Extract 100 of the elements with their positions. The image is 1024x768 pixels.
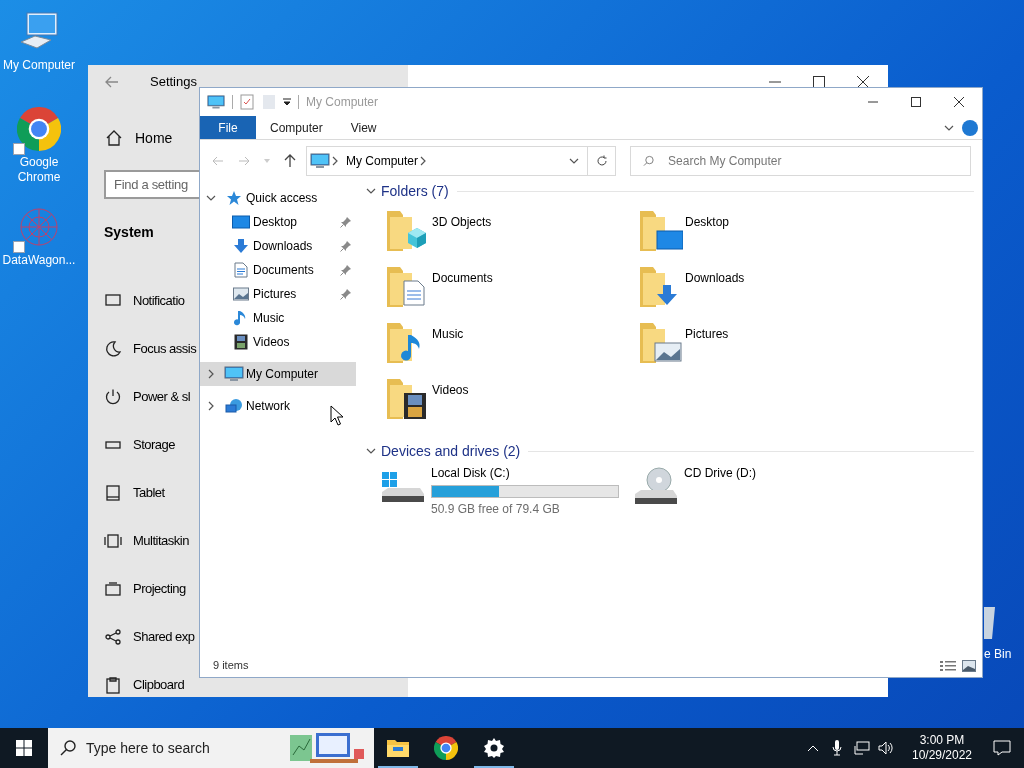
folder-label[interactable]: Downloads [685,269,745,287]
ribbon-tab[interactable]: Computer [256,116,337,139]
computer-icon [310,153,330,169]
search-field[interactable]: Type here to search [86,737,276,759]
refresh-button[interactable] [588,146,616,176]
taskbar-search-box[interactable]: Type here to search [48,728,374,768]
search-field[interactable]: Search My Computer [668,152,970,170]
search-box[interactable]: Find a setting [104,170,199,199]
folder-label[interactable]: Videos [432,381,469,399]
folder-label[interactable]: 3D Objects [432,213,492,231]
download-arrow-icon [233,238,249,254]
desktop-icon-label[interactable]: e Bin [984,645,1012,663]
window-title: Settings [150,73,197,92]
tablet-icon [104,484,122,502]
back-arrow-icon[interactable] [105,76,119,88]
item-count: 9 items [213,658,249,674]
nav-item[interactable]: Pictures [200,282,356,306]
pin-icon [340,264,352,276]
breadcrumb[interactable]: My Computer [346,152,419,170]
search-icon [60,740,76,756]
nav-item[interactable]: Quick access [200,186,356,210]
settings-nav-item[interactable]: Focus assis [133,339,197,359]
address-bar[interactable]: My Computer [306,146,588,176]
up-arrow-icon[interactable] [284,154,296,168]
folder-label[interactable]: Documents [432,269,493,287]
home-link[interactable]: Home [135,127,173,149]
settings-nav-item[interactable]: Notificatio [133,291,185,311]
expand-icon [206,369,216,379]
drive-space-text: 50.9 GB free of 79.4 GB [431,501,561,518]
expand-icon [206,401,216,411]
close-icon[interactable] [856,75,870,89]
nav-item[interactable]: Videos [200,330,356,354]
settings-nav-item[interactable]: Storage [133,435,176,455]
pin-icon [340,216,352,228]
network-graph-icon [17,205,61,249]
nav-item[interactable]: Network [200,394,356,418]
notification-icon [993,740,1011,756]
settings-nav-item[interactable]: Power & sl [133,387,191,407]
desktop-icon-label[interactable]: Google Chrome [0,155,78,185]
nav-item[interactable]: Downloads [200,234,356,258]
settings-nav-item[interactable]: Shared exp [133,627,195,647]
cd-drive-icon [633,466,679,506]
home-icon [105,129,123,147]
breadcrumb-separator-icon [330,156,340,166]
group-heading[interactable]: Folders (7) [381,180,449,202]
share-icon [104,628,122,646]
folder-label[interactable]: Music [432,325,464,343]
moon-icon [104,340,122,358]
window-title: My Computer [306,94,379,111]
desktop-icon-label[interactable]: My Computer [3,58,75,73]
section-heading: System [104,223,154,242]
settings-nav-item[interactable]: Clipboard [133,675,185,695]
group-heading[interactable]: Devices and drives (2) [381,440,521,462]
pin-icon [340,240,352,252]
desktop-icon-label[interactable]: DataWagon... [2,253,76,268]
details-view-icon[interactable] [940,659,956,672]
drive-label[interactable]: CD Drive (D:) [684,464,756,482]
dropdown-icon [569,156,579,166]
large-icons-view-icon[interactable] [962,659,976,672]
nav-item[interactable]: Desktop [200,210,356,234]
settings-nav-item[interactable]: Multitaskin [133,531,189,551]
maximize-icon[interactable] [910,96,922,108]
film-icon [234,334,248,350]
folder-label[interactable]: Pictures [685,325,729,343]
chrome-icon [434,736,458,760]
collapse-icon [206,193,216,203]
properties-icon[interactable] [240,94,254,110]
computer-icon [224,366,244,382]
pin-icon [340,288,352,300]
settings-nav-item[interactable]: Tablet [133,483,165,503]
hard-drive-icon [380,472,426,504]
star-icon [226,190,242,206]
volume-icon[interactable] [878,741,894,755]
nav-item[interactable]: Documents [200,258,356,282]
show-hidden-icons-caret-icon[interactable] [807,744,819,752]
clock-time[interactable]: 3:00 PM [919,733,965,748]
close-icon[interactable] [953,96,965,108]
computer-icon [207,94,225,110]
microphone-icon[interactable] [832,740,842,756]
network-icon [225,398,243,414]
collapse-icon [366,446,376,456]
settings-icon [483,737,505,759]
folder-icon [637,209,683,253]
clock-date[interactable]: 10/29/2022 [911,748,973,763]
dropdown-icon[interactable] [283,98,291,106]
search-icon [643,155,655,167]
multitask-icon [104,532,122,550]
nav-item[interactable]: Music [200,306,356,330]
folder-icon [637,321,683,365]
help-icon[interactable] [962,119,978,136]
settings-nav-item[interactable]: Projecting [133,579,186,599]
refresh-icon [595,155,608,167]
network-icon[interactable] [854,741,870,755]
nav-item[interactable]: My Computer [200,362,356,386]
drive-label[interactable]: Local Disk (C:) [431,464,619,482]
ribbon-tab[interactable]: View [336,116,391,139]
search-field[interactable]: Find a setting [114,174,199,195]
document-icon [234,262,248,278]
projector-icon [104,580,122,598]
folder-label[interactable]: Desktop [685,213,730,231]
